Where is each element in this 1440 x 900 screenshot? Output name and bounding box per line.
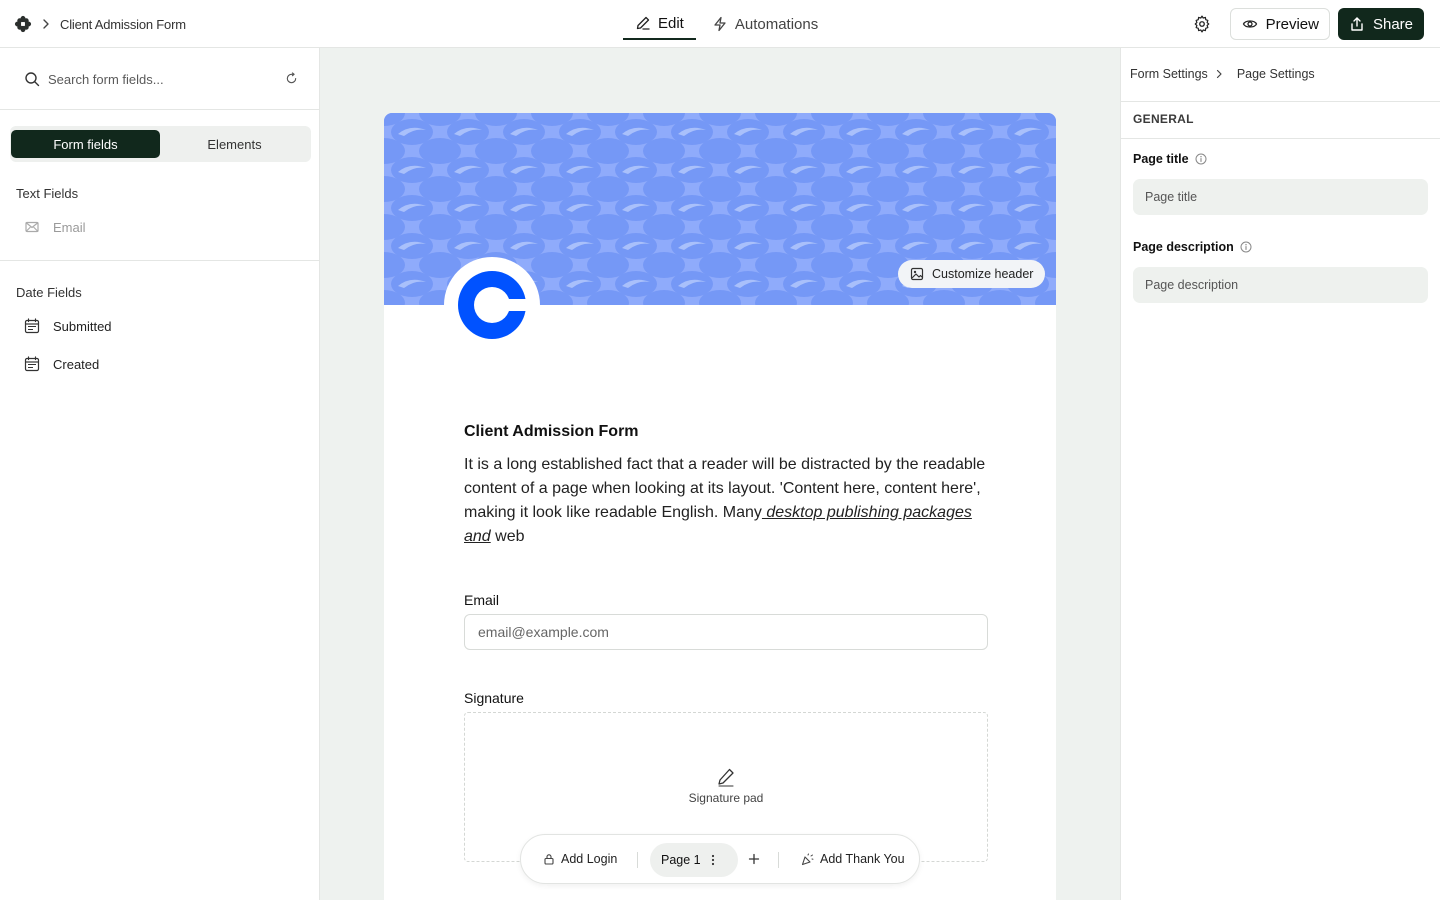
page-description-input[interactable]: Page description bbox=[1133, 267, 1428, 303]
field-item-label: Created bbox=[53, 356, 100, 372]
general-section-heading: GENERAL bbox=[1133, 112, 1194, 126]
lock-icon bbox=[543, 853, 555, 865]
settings-breadcrumb: Form Settings Page Settings bbox=[1130, 67, 1315, 81]
calendar-icon bbox=[24, 356, 40, 372]
signature-label: Signature bbox=[464, 690, 524, 706]
section-divider bbox=[0, 260, 319, 261]
gear-icon bbox=[1193, 15, 1211, 33]
form-logo[interactable] bbox=[444, 257, 540, 353]
form-description[interactable]: It is a long established fact that a rea… bbox=[464, 453, 994, 549]
add-login-button[interactable]: Add Login bbox=[543, 835, 617, 883]
settings-button[interactable] bbox=[1186, 8, 1218, 40]
page-bar: Add Login Page 1 Add Thank You bbox=[520, 834, 920, 884]
description-tail: web bbox=[495, 528, 525, 545]
add-thank-you-button[interactable]: Add Thank You bbox=[801, 835, 905, 883]
chevron-right-icon bbox=[1214, 69, 1224, 79]
separator bbox=[637, 852, 638, 868]
info-icon[interactable] bbox=[1195, 153, 1207, 165]
tab-automations-label: Automations bbox=[734, 15, 819, 33]
panel-divider bbox=[1121, 138, 1440, 139]
image-icon bbox=[910, 267, 924, 281]
eye-icon bbox=[1242, 16, 1258, 32]
form-title[interactable]: Client Admission Form bbox=[464, 423, 639, 441]
chevron-right-icon bbox=[40, 18, 52, 30]
breadcrumb: Client Admission Form bbox=[14, 14, 186, 34]
top-bar: Client Admission Form Edit Automations P… bbox=[0, 0, 1440, 48]
page-title-label: Page title bbox=[1133, 152, 1207, 166]
field-item-email[interactable]: Email bbox=[24, 217, 86, 237]
page-1-tab[interactable]: Page 1 bbox=[650, 843, 738, 877]
email-placeholder: email@example.com bbox=[478, 624, 609, 640]
field-item-label: Submitted bbox=[53, 318, 112, 334]
add-page-button[interactable] bbox=[748, 835, 760, 883]
text-fields-heading: Text Fields bbox=[16, 186, 79, 201]
pen-icon bbox=[716, 767, 736, 787]
add-login-label: Add Login bbox=[561, 852, 618, 866]
page-title-label-text: Page title bbox=[1133, 152, 1189, 166]
preview-label: Preview bbox=[1265, 15, 1319, 33]
signature-pad-text: Signature pad bbox=[688, 791, 764, 805]
share-button[interactable]: Share bbox=[1337, 8, 1424, 40]
add-thank-you-label: Add Thank You bbox=[820, 852, 905, 866]
plus-icon bbox=[748, 853, 760, 865]
field-item-submitted[interactable]: Submitted bbox=[24, 316, 112, 336]
info-icon[interactable] bbox=[1240, 241, 1252, 253]
page-description-label: Page description bbox=[1133, 240, 1252, 254]
lightning-icon bbox=[712, 16, 728, 32]
separator bbox=[778, 852, 779, 868]
upload-icon bbox=[1349, 16, 1365, 32]
customize-header-label: Customize header bbox=[932, 267, 1034, 281]
form-canvas: Customize header Client Admission Form I… bbox=[320, 48, 1120, 900]
email-field[interactable]: email@example.com bbox=[464, 614, 988, 650]
fields-sidebar: Search form fields... Form fields Elemen… bbox=[0, 48, 320, 900]
party-popper-icon bbox=[801, 853, 814, 866]
page-description-placeholder: Page description bbox=[1145, 278, 1239, 292]
page-title-placeholder: Page title bbox=[1145, 190, 1198, 204]
flower-logo-icon[interactable] bbox=[14, 15, 32, 33]
tab-automations[interactable]: Automations bbox=[700, 8, 830, 40]
page-settings-crumb: Page Settings bbox=[1236, 67, 1315, 81]
pencil-icon bbox=[635, 15, 651, 31]
panel-divider bbox=[1121, 101, 1440, 102]
more-vertical-icon[interactable] bbox=[711, 854, 715, 866]
topbar-actions: Preview Share bbox=[1186, 8, 1424, 40]
refresh-icon[interactable] bbox=[285, 72, 298, 85]
tab-edit[interactable]: Edit bbox=[623, 8, 696, 40]
customize-header-button[interactable]: Customize header bbox=[898, 260, 1046, 288]
fields-toggle: Form fields Elements bbox=[10, 126, 311, 162]
form-fields-tab[interactable]: Form fields bbox=[11, 130, 160, 158]
envelope-icon bbox=[24, 219, 40, 235]
share-label: Share bbox=[1372, 15, 1413, 33]
breadcrumb-form-name[interactable]: Client Admission Form bbox=[60, 17, 186, 32]
page-description-label-text: Page description bbox=[1133, 240, 1234, 254]
search-input[interactable]: Search form fields... bbox=[48, 72, 164, 87]
field-item-created[interactable]: Created bbox=[24, 354, 99, 374]
calendar-icon bbox=[24, 318, 40, 334]
mode-tabs: Edit Automations bbox=[623, 8, 830, 40]
date-fields-heading: Date Fields bbox=[16, 285, 82, 300]
form-card: Customize header Client Admission Form I… bbox=[384, 113, 1056, 900]
field-item-label: Email bbox=[53, 219, 86, 235]
brand-logo-icon bbox=[458, 271, 526, 339]
form-settings-link[interactable]: Form Settings bbox=[1130, 67, 1208, 81]
settings-panel: Form Settings Page Settings GENERAL Page… bbox=[1120, 48, 1440, 900]
elements-tab[interactable]: Elements bbox=[160, 130, 309, 158]
preview-button[interactable]: Preview bbox=[1229, 8, 1330, 40]
page-label: Page 1 bbox=[661, 853, 701, 867]
page-title-input[interactable]: Page title bbox=[1133, 179, 1428, 215]
email-label: Email bbox=[464, 592, 500, 608]
search-icon bbox=[24, 71, 40, 87]
search-bar[interactable]: Search form fields... bbox=[0, 48, 319, 110]
tab-edit-label: Edit bbox=[658, 14, 684, 32]
